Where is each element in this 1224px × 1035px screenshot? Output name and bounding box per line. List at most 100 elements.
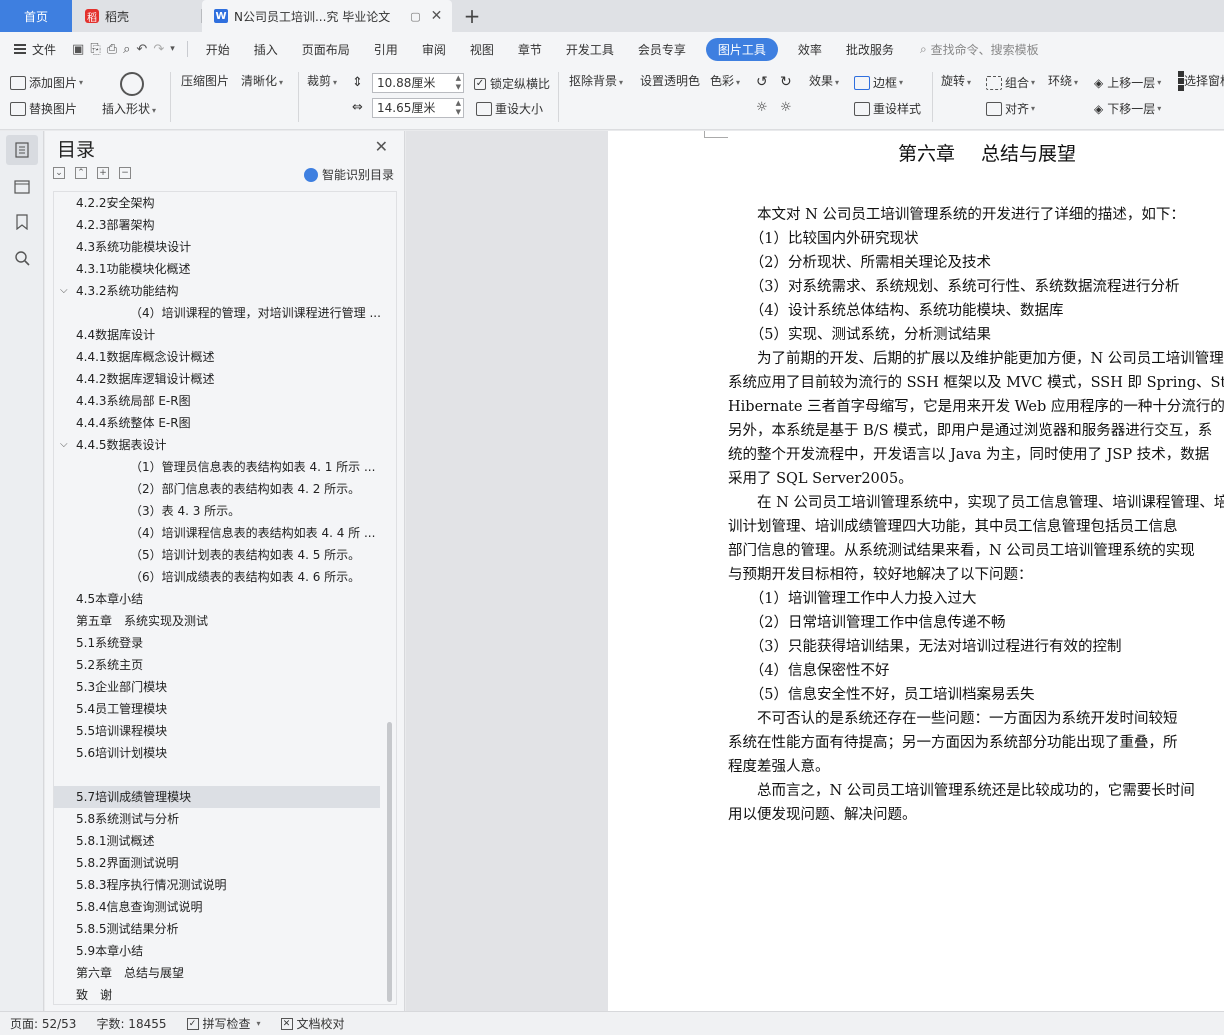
remove-background-button[interactable]: 抠除背景 ▾	[569, 72, 623, 89]
chevron-down-icon[interactable]: ⌵	[60, 434, 68, 456]
toc-item[interactable]: 第六章 总结与展望	[54, 962, 380, 984]
file-menu[interactable]: 文件	[0, 41, 66, 58]
border-button[interactable]: 边框 ▾	[854, 74, 903, 91]
menu-item-developer[interactable]: 开发工具	[554, 41, 626, 58]
spell-check-button[interactable]: ✓ 拼写检查 ▾	[177, 1015, 271, 1032]
chapter-nav-icon[interactable]	[6, 171, 38, 201]
insert-shape-button[interactable]: 插入形状 ▾	[102, 72, 156, 117]
color-button[interactable]: 色彩 ▾	[710, 72, 740, 89]
toc-item[interactable]: （4）培训课程的管理，对培训课程进行管理 ...	[54, 302, 380, 324]
export-icon[interactable]: ⎘	[90, 42, 100, 57]
toc-item[interactable]: 4.2.3部署架构	[54, 214, 380, 236]
bring-forward-button[interactable]: ◈ 上移一层 ▾	[1094, 74, 1161, 91]
toc-item[interactable]: （1）管理员信息表的表结构如表 4. 1 所示 ...	[54, 456, 380, 478]
menu-item-page-layout[interactable]: 页面布局	[290, 41, 362, 58]
rotate-left-icon[interactable]: ↺	[756, 74, 768, 90]
menu-item-home[interactable]: 开始	[194, 41, 242, 58]
rotate-right-icon[interactable]: ↻	[780, 74, 792, 90]
toc-item[interactable]: 5.4员工管理模块	[54, 698, 380, 720]
send-backward-button[interactable]: ◈ 下移一层 ▾	[1094, 100, 1161, 117]
toc-item[interactable]: ⌵ 4.4.5数据表设计	[54, 434, 380, 456]
replace-image-button[interactable]: 替换图片	[10, 100, 77, 117]
promote-level-icon[interactable]: +	[97, 167, 109, 179]
toc-item[interactable]: 5.8.3程序执行情况测试说明	[54, 874, 380, 896]
toc-item[interactable]: 4.4数据库设计	[54, 324, 380, 346]
reset-size-button[interactable]: 重设大小	[476, 100, 543, 117]
toc-item[interactable]: 4.4.2数据库逻辑设计概述	[54, 368, 380, 390]
toc-item[interactable]: 5.5培训课程模块	[54, 720, 380, 742]
toc-item[interactable]: 4.3系统功能模块设计	[54, 236, 380, 258]
find-icon[interactable]	[6, 243, 38, 273]
group-button[interactable]: 组合 ▾	[986, 74, 1035, 91]
menu-item-sections[interactable]: 章节	[506, 41, 554, 58]
tab-docer[interactable]: 稻 稻壳	[73, 0, 201, 32]
toc-item[interactable]: （3）表 4. 3 所示。	[54, 500, 380, 522]
demote-level-icon[interactable]: −	[119, 167, 131, 179]
set-transparent-button[interactable]: 设置透明色	[640, 72, 700, 89]
command-search[interactable]: ⌕ 查找命令、搜索模板	[906, 41, 1039, 58]
toc-item[interactable]: （6）培训成绩表的表结构如表 4. 6 所示。	[54, 566, 380, 588]
collapse-all-icon[interactable]: ⌃	[75, 167, 87, 179]
tab-document[interactable]: W N公司员工培训...究 毕业论文 ▢ ✕	[202, 0, 452, 32]
toc-item[interactable]: （4）培训课程信息表的表结构如表 4. 4 所 ...	[54, 522, 380, 544]
width-input[interactable]: 14.65厘米 ▲ ▼	[372, 98, 464, 118]
add-image-button[interactable]: 添加图片 ▾	[10, 74, 83, 91]
print-icon[interactable]: ⎙	[107, 42, 117, 57]
toc-item[interactable]: ⌵ 4.3.2系统功能结构	[54, 280, 380, 302]
menu-item-member[interactable]: 会员专享	[626, 41, 698, 58]
save-icon[interactable]: ▣	[72, 42, 84, 57]
brightness-down-icon[interactable]: ☼	[780, 100, 792, 115]
toc-item[interactable]: 5.2系统主页	[54, 654, 380, 676]
toc-item[interactable]: 5.8.2界面测试说明	[54, 852, 380, 874]
tab-window-icon[interactable]: ▢	[410, 10, 420, 23]
chevron-down-icon[interactable]: ⌵	[60, 280, 68, 302]
smart-toc-button[interactable]: 智能识别目录	[303, 166, 394, 183]
toc-item[interactable]: 5.8.4信息查询测试说明	[54, 896, 380, 918]
toc-item[interactable]: 第五章 系统实现及测试	[54, 610, 380, 632]
proofread-button[interactable]: ✕ 文档校对	[271, 1015, 355, 1032]
redo-icon[interactable]: ↷	[153, 42, 164, 57]
menu-item-references[interactable]: 引用	[362, 41, 410, 58]
document-page[interactable]: 第六章 总结与展望 本文对 N 公司员工培训管理系统的开发进行了详细的描述，如下：…	[608, 131, 1224, 1011]
height-spinner-icon[interactable]: ▲ ▼	[456, 74, 461, 92]
toc-item[interactable]: 4.4.3系统局部 E-R图	[54, 390, 380, 412]
menu-item-efficiency[interactable]: 效率	[786, 41, 834, 58]
toc-item[interactable]: 5.8.1测试概述	[54, 830, 380, 852]
toc-item[interactable]: （2）部门信息表的表结构如表 4. 2 所示。	[54, 478, 380, 500]
undo-icon[interactable]: ↶	[136, 42, 147, 57]
close-icon[interactable]: ✕	[375, 137, 388, 156]
toc-item[interactable]: 4.5本章小结	[54, 588, 380, 610]
toc-item[interactable]: 5.3企业部门模块	[54, 676, 380, 698]
toc-item[interactable]: 4.4.1数据库概念设计概述	[54, 346, 380, 368]
menu-item-picture-tools[interactable]: 图片工具	[705, 37, 778, 61]
tab-home[interactable]: 首页	[0, 0, 72, 32]
width-spinner-icon[interactable]: ▲ ▼	[456, 99, 461, 117]
toc-scrollbar[interactable]	[387, 722, 392, 1002]
print-preview-icon[interactable]: ⌕	[123, 42, 130, 57]
new-tab-button[interactable]: +	[458, 0, 486, 32]
menu-item-correction[interactable]: 批改服务	[834, 41, 906, 58]
menu-item-review[interactable]: 审阅	[410, 41, 458, 58]
align-button[interactable]: 对齐 ▾	[986, 100, 1035, 117]
toc-item[interactable]: 4.3.1功能模块化概述	[54, 258, 380, 280]
toc-item[interactable]: 5.6培训计划模块	[54, 742, 380, 764]
toc-item[interactable]: 4.2.2安全架构	[54, 192, 380, 214]
rotate-button[interactable]: 旋转 ▾	[941, 72, 971, 89]
page-indicator[interactable]: 页面: 52/53	[0, 1015, 86, 1032]
toc-item[interactable]: 致 谢	[54, 984, 380, 1004]
toc-item[interactable]: （5）培训计划表的表结构如表 4. 5 所示。	[54, 544, 380, 566]
toc-item[interactable]: 5.1系统登录	[54, 632, 380, 654]
selection-pane-button[interactable]: 选择窗格	[1178, 71, 1224, 91]
wrap-button[interactable]: 环绕 ▾	[1048, 72, 1078, 89]
tab-close-icon[interactable]: ✕	[431, 8, 443, 24]
reset-style-button[interactable]: 重设样式	[854, 100, 921, 117]
brightness-up-icon[interactable]: ☼	[756, 100, 768, 115]
word-count[interactable]: 字数: 18455	[86, 1015, 176, 1032]
crop-button[interactable]: 裁剪 ▾	[307, 72, 337, 89]
height-input[interactable]: 10.88厘米 ▲ ▼	[372, 73, 464, 93]
lock-ratio-checkbox[interactable]: ✓ 锁定纵横比	[474, 75, 550, 92]
menu-item-insert[interactable]: 插入	[242, 41, 290, 58]
sharpen-button[interactable]: 清晰化 ▾	[241, 72, 283, 89]
menu-item-view[interactable]: 视图	[458, 41, 506, 58]
effects-button[interactable]: 效果 ▾	[809, 72, 839, 89]
